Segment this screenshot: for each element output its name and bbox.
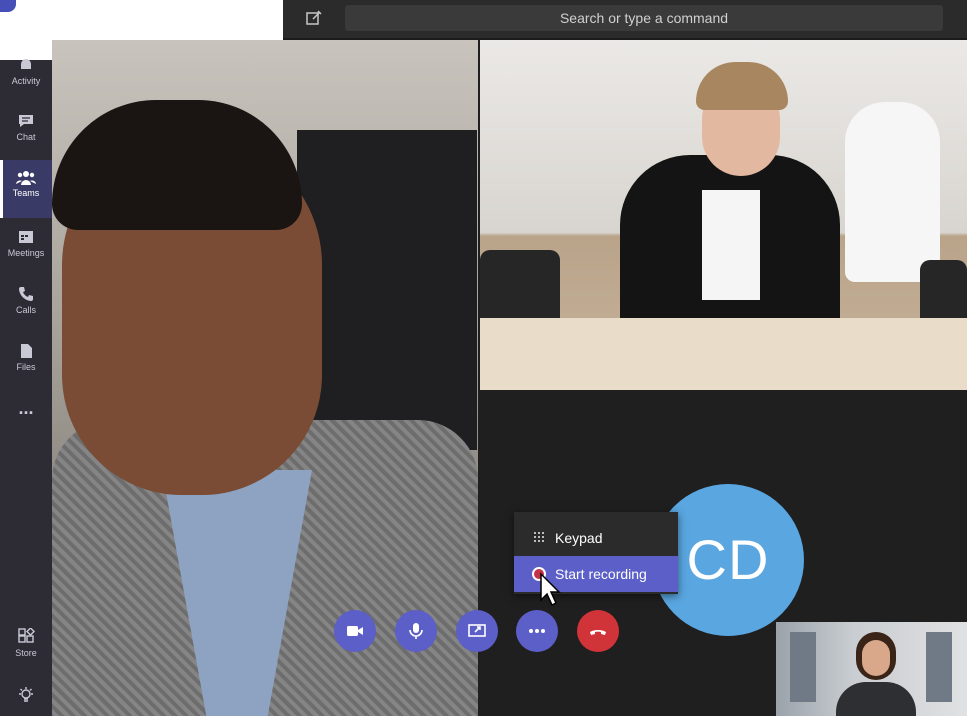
bell-icon — [21, 59, 31, 71]
calendar-icon — [19, 231, 33, 243]
sidebar-item-label: Calls — [15, 305, 36, 315]
share-screen-icon — [468, 624, 486, 637]
sidebar-item-activity[interactable]: Activity — [0, 56, 52, 110]
sidebar-item-label: Store — [15, 648, 37, 658]
file-icon — [21, 344, 32, 358]
teams-icon — [16, 171, 36, 185]
more-icon: ... — [18, 398, 34, 418]
sidebar-item-label: Meetings — [7, 248, 45, 258]
video-camera-icon — [347, 626, 363, 636]
sidebar-item-feedback[interactable] — [0, 686, 52, 716]
self-view-video — [776, 622, 967, 716]
camera-toggle-button[interactable] — [334, 610, 376, 652]
more-actions-button[interactable] — [516, 610, 558, 652]
sidebar-item-label: Files — [16, 362, 36, 372]
sidebar-item-label: Teams — [12, 188, 40, 198]
keypad-icon — [534, 532, 544, 542]
app-sidebar: Activity Chat Teams Meetings Calls Files… — [0, 59, 52, 716]
more-icon — [529, 629, 545, 633]
sidebar-item-files[interactable]: Files — [0, 342, 52, 396]
menu-item-label: Keypad — [555, 530, 603, 546]
top-bar: Search or type a command — [283, 0, 967, 40]
sidebar-item-chat[interactable]: Chat — [0, 112, 52, 166]
compose-icon[interactable] — [305, 9, 323, 27]
sidebar-item-calls[interactable]: Calls — [0, 285, 52, 339]
sidebar-item-meetings[interactable]: Meetings — [0, 228, 52, 282]
teams-logo-icon — [0, 0, 16, 12]
menu-item-label: Start recording — [555, 566, 647, 582]
hangup-icon — [590, 629, 606, 635]
search-input[interactable]: Search or type a command — [345, 5, 943, 31]
mouse-cursor-icon — [540, 572, 561, 607]
participant-video-top — [480, 40, 967, 390]
menu-item-keypad[interactable]: Keypad — [514, 520, 678, 556]
sidebar-item-label: Chat — [16, 132, 36, 142]
microphone-icon — [409, 623, 423, 639]
sidebar-item-teams[interactable]: Teams — [0, 160, 52, 218]
chat-icon — [19, 115, 33, 127]
phone-icon — [19, 287, 33, 301]
share-screen-button[interactable] — [456, 610, 498, 652]
lightbulb-icon — [19, 687, 33, 702]
sidebar-item-label: Activity — [11, 76, 41, 86]
store-icon — [18, 628, 35, 643]
hang-up-button[interactable] — [577, 610, 619, 652]
mic-toggle-button[interactable] — [395, 610, 437, 652]
sidebar-item-more[interactable]: ... — [0, 398, 52, 452]
sidebar-item-store[interactable]: Store — [0, 628, 52, 682]
